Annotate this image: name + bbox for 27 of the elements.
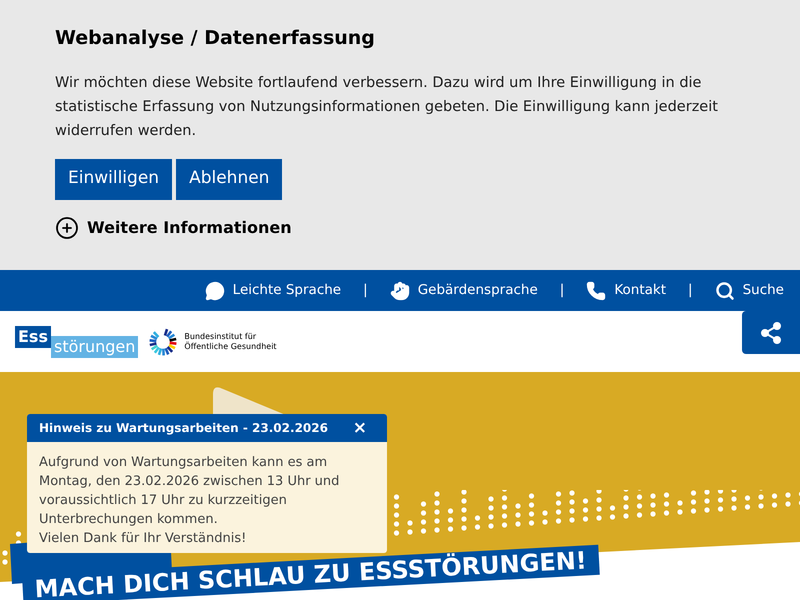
separator: | — [363, 281, 368, 300]
top-link[interactable]: Gebärdensprache — [390, 280, 538, 301]
speech-bubble-icon — [204, 280, 225, 300]
top-link[interactable]: Suche — [714, 280, 784, 301]
plus-circle-icon — [55, 216, 79, 240]
top-link[interactable]: Kontakt — [586, 280, 666, 301]
site-logo[interactable]: Ess störungen — [15, 326, 138, 358]
institute-name: Bundesinstitut für — [184, 332, 258, 342]
more-info-link[interactable]: Weitere Informationen — [87, 216, 292, 240]
logo-part: Ess — [15, 326, 51, 348]
consent-title: Webanalyse / Datenerfassung — [55, 26, 376, 51]
separator: | — [560, 281, 564, 300]
consent-button[interactable]: Einwilligen — [55, 158, 172, 200]
notice-text: Aufgrund von Wartungsarbeiten kann es am Montag, den 23.02.2026 zwischen 13 Uhr und voraussichtlich 17 Uhr zu kurzzeitigen Unterbrechungen kommen. — [39, 454, 340, 529]
consent-button[interactable]: Ablehnen — [176, 158, 282, 200]
logo-part: störungen — [50, 336, 138, 358]
close-button[interactable]: × — [352, 420, 367, 436]
share-icon — [759, 320, 783, 344]
hand-icon — [390, 280, 410, 300]
separator: | — [688, 281, 693, 300]
search-icon — [714, 280, 735, 300]
consent-text: Wir möchten diese Website fortlaufend verbessern. Dazu wird um Ihre Einwilligung in die statistische Erfassung von Nutzungsinformationen gebeten. Die Einwilligung kann jederzeit widerrufen werden. — [55, 74, 719, 140]
phone-icon — [586, 280, 606, 300]
share-button[interactable] — [742, 311, 800, 354]
institute-name: Öffentliche Gesundheit — [184, 342, 277, 352]
top-link[interactable]: Leichte Sprache — [204, 280, 342, 301]
notice-title: Hinweis zu Wartungsarbeiten - 23.02.2026 — [39, 420, 328, 437]
